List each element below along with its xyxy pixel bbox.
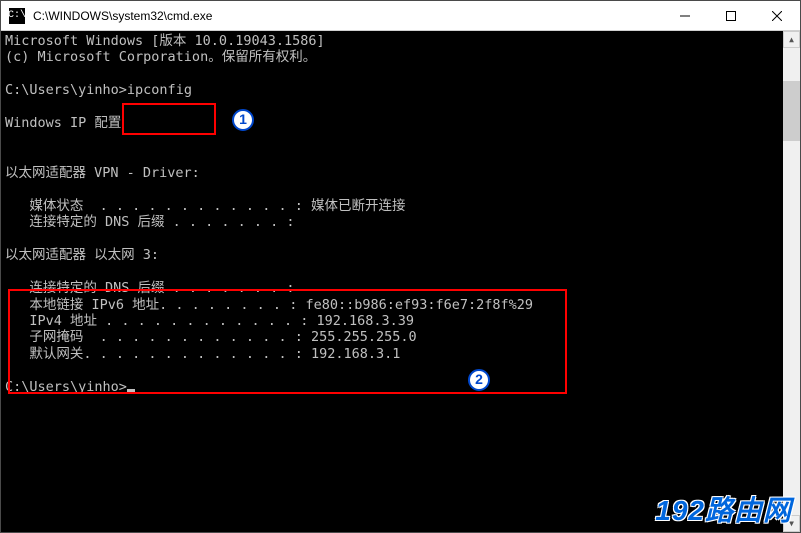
cmd-window: C:\ C:\WINDOWS\system32\cmd.exe Microsof… <box>0 0 801 533</box>
cmd-icon: C:\ <box>9 8 25 24</box>
media-state-label: 媒体状态 . . . . . . . . . . . . : <box>5 198 311 214</box>
version-line: Microsoft Windows [版本 10.0.19043.1586] <box>5 33 325 49</box>
adapter-vpn-title: 以太网适配器 VPN - Driver: <box>5 165 200 181</box>
cursor <box>127 389 135 392</box>
titlebar[interactable]: C:\ C:\WINDOWS\system32\cmd.exe <box>1 1 800 31</box>
scrollbar-thumb[interactable] <box>783 81 800 141</box>
dns-suffix-label: 连接特定的 DNS 后缀 . . . . . . . : <box>5 214 295 230</box>
media-state-value: 媒体已断开连接 <box>311 198 406 214</box>
gateway-value: 192.168.3.1 <box>311 346 400 362</box>
ipconfig-header: Windows IP 配置 <box>5 115 121 131</box>
scrollbar-track[interactable] <box>783 48 800 515</box>
annotation-badge-1: 1 <box>232 109 254 131</box>
scroll-up-button[interactable]: ▲ <box>783 31 800 48</box>
subnet-mask-value: 255.255.255.0 <box>311 329 417 345</box>
close-button[interactable] <box>754 1 800 30</box>
ipv4-label: IPv4 地址 . . . . . . . . . . . . : <box>5 313 316 329</box>
window-title: C:\WINDOWS\system32\cmd.exe <box>33 9 662 23</box>
annotation-box-command <box>122 103 216 135</box>
ipv6-value: fe80::b986:ef93:f6e7:2f8f%29 <box>305 297 533 313</box>
ipv6-label: 本地链接 IPv6 地址. . . . . . . . : <box>5 297 305 313</box>
annotation-badge-2: 2 <box>468 369 490 391</box>
subnet-mask-label: 子网掩码 . . . . . . . . . . . . : <box>5 329 311 345</box>
prompt-path-2: C:\Users\yinho> <box>5 379 127 395</box>
ipv4-value: 192.168.3.39 <box>316 313 414 329</box>
terminal-output[interactable]: Microsoft Windows [版本 10.0.19043.1586] (… <box>1 31 800 532</box>
command-ipconfig: ipconfig <box>127 82 192 98</box>
copyright-line: (c) Microsoft Corporation。保留所有权利。 <box>5 49 316 65</box>
minimize-button[interactable] <box>662 1 708 30</box>
vertical-scrollbar[interactable]: ▲ ▼ <box>783 31 800 532</box>
dns-suffix-label-2: 连接特定的 DNS 后缀 . . . . . . . : <box>5 280 295 296</box>
window-controls <box>662 1 800 30</box>
gateway-label: 默认网关. . . . . . . . . . . . . : <box>5 346 311 362</box>
watermark: 192路由网 <box>655 494 792 528</box>
adapter-eth3-title: 以太网适配器 以太网 3: <box>5 247 159 263</box>
maximize-button[interactable] <box>708 1 754 30</box>
prompt-path: C:\Users\yinho> <box>5 82 127 98</box>
